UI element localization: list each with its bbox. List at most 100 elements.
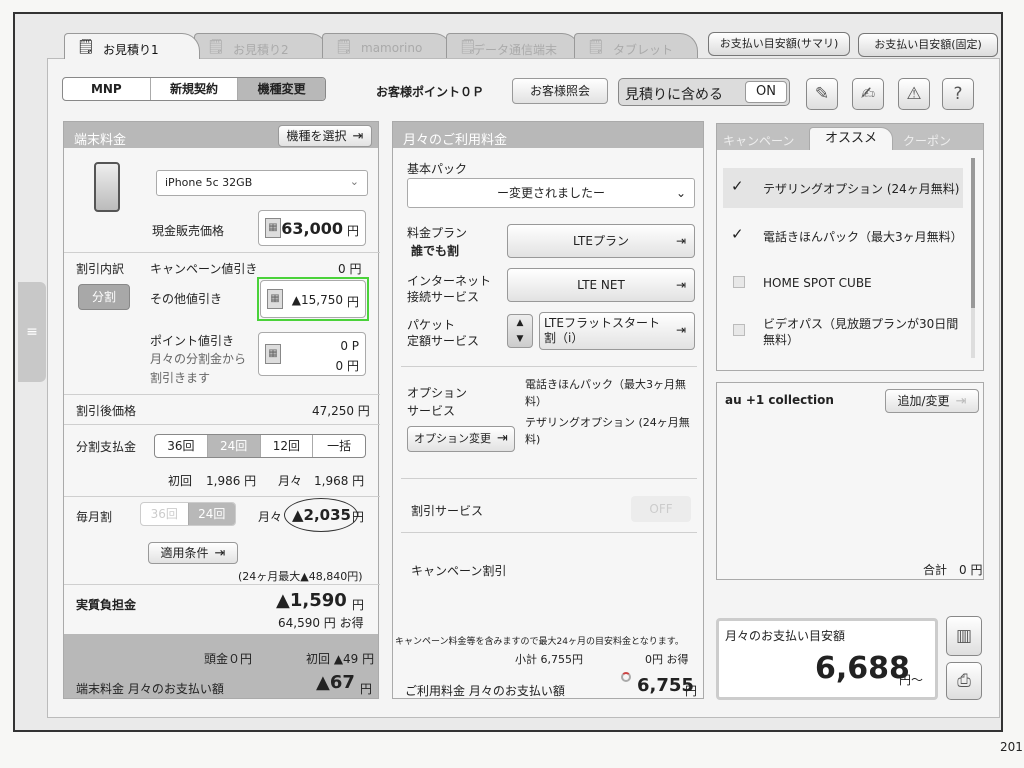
- checkbox[interactable]: [733, 324, 745, 336]
- first-payment-value: 1,986 円: [206, 474, 257, 488]
- enter-icon: ⇥: [675, 278, 686, 292]
- installment-lump[interactable]: 一括: [313, 435, 365, 457]
- tab-tablet[interactable]: 🗒 タブレット: [574, 33, 698, 59]
- recommend-panel: キャンペーン オススメ クーポン ✓ テザリングオプション (24ヶ月無料) ✓ 電…: [716, 123, 984, 371]
- maitsuki-36[interactable]: 36回: [141, 503, 189, 525]
- installment-12[interactable]: 12回: [261, 435, 314, 457]
- down-payment: 頭金０円: [204, 652, 253, 666]
- include-toggle[interactable]: 見積りに含める ON: [618, 78, 790, 106]
- enter-icon: ⇥: [675, 323, 686, 337]
- enter-icon: ⇥: [497, 431, 508, 446]
- help-icon[interactable]: ?: [942, 78, 974, 110]
- usage-monthly-label: ご利用料金 月々のお支払い額: [405, 684, 565, 698]
- tab-estimate-1[interactable]: 🗒 お見積り1: [64, 33, 200, 59]
- divider: [401, 478, 697, 479]
- basic-pack-label: 基本パック: [407, 162, 468, 176]
- packet-stepper[interactable]: ▲ ▼: [507, 314, 533, 348]
- customer-points: お客様ポイント０Ｐ: [376, 85, 485, 99]
- list-item[interactable]: ✓ 電話きほんパック（最大3ヶ月無料）: [723, 216, 963, 256]
- payment-summary-button[interactable]: お支払い目安額(サマリ): [708, 32, 850, 56]
- list-item[interactable]: ✓ テザリングオプション (24ヶ月無料): [723, 168, 963, 208]
- device-panel: 端末料金 機種を選択 ⇥ iPhone 5c 32GB ⌄ 現金販売価格 ▦ 63,0…: [63, 121, 380, 699]
- cash-price-field[interactable]: ▦ 63,000 円: [258, 210, 366, 246]
- contract-change[interactable]: 機種変更: [238, 78, 325, 100]
- monthly-savings: 0円 お得: [645, 653, 689, 666]
- tab-campaign[interactable]: キャンペーン: [723, 128, 807, 150]
- point-discount-field[interactable]: ▦ 0 P0 円: [258, 332, 366, 376]
- check-icon: ✓: [731, 225, 744, 243]
- device-monthly-value: ▲67: [316, 672, 355, 693]
- packet-service-button[interactable]: LTEフラットスタート割（i） ⇥: [539, 312, 695, 350]
- scrollbar[interactable]: [971, 158, 975, 358]
- apply-conditions-button[interactable]: 適用条件 ⇥: [148, 542, 238, 564]
- payment-fixed-button[interactable]: お支払い目安額(固定): [858, 33, 998, 57]
- rate-plan-button[interactable]: LTEプラン ⇥: [507, 224, 695, 258]
- side-drawer-handle[interactable]: ≡: [18, 282, 46, 382]
- customer-lookup-button[interactable]: お客様照会: [512, 78, 608, 104]
- enter-icon: ⇥: [675, 234, 686, 248]
- divider: [64, 424, 380, 425]
- printer-icon[interactable]: ⎙: [946, 662, 982, 700]
- contract-mnp[interactable]: MNP: [63, 78, 151, 100]
- paint-icon[interactable]: ✍: [852, 78, 884, 110]
- basic-pack-select[interactable]: ー変更されましたー ⌄: [407, 178, 695, 208]
- point-note-1: 月々の分割金から: [150, 352, 247, 366]
- list-item[interactable]: HOME SPOT CUBE: [723, 264, 963, 304]
- enter-icon: ⇥: [214, 546, 226, 561]
- warning-icon[interactable]: ⚠: [898, 78, 930, 110]
- phone-image: [94, 162, 120, 212]
- divider: [64, 496, 380, 497]
- other-discount-field[interactable]: ▦ ▲15,750 円: [260, 280, 366, 318]
- other-discount-label: その他値引き: [150, 292, 223, 306]
- monthly-payment-value: 1,968 円: [314, 474, 365, 488]
- tab-recommend[interactable]: オススメ: [809, 127, 893, 150]
- maitsuki-max-note: (24ヶ月最大▲48,840円): [238, 570, 363, 583]
- point-discount-label: ポイント値引き: [150, 334, 235, 348]
- maitsuki-24[interactable]: 24回: [188, 503, 235, 525]
- edit-note-icon[interactable]: ✎: [806, 78, 838, 110]
- device-monthly-yen: 円: [360, 682, 373, 696]
- rate-plan-label: 料金プラン: [407, 226, 468, 240]
- campaign-discount-label: キャンペーン値引き: [150, 262, 258, 276]
- payment-estimate-value: 6,688: [815, 651, 910, 686]
- installment-toggle-button[interactable]: 分割: [78, 284, 130, 310]
- tab-estimate-2[interactable]: 🗒 お見積り2: [194, 33, 328, 59]
- option-label-1: オプション: [407, 386, 468, 400]
- scrollbar-thumb[interactable]: [971, 158, 975, 308]
- internet-service-button[interactable]: LTE NET ⇥: [507, 268, 695, 302]
- effective-cost-savings: 64,590 円 お得: [278, 616, 364, 630]
- collection-total: 合計 0 円: [923, 563, 983, 577]
- model-select[interactable]: iPhone 5c 32GB ⌄: [156, 170, 368, 196]
- installment-24[interactable]: 24回: [207, 435, 261, 457]
- tab-data-device[interactable]: 🗒 データ通信端末: [446, 33, 580, 59]
- maitsuki-selector[interactable]: 36回 24回: [140, 502, 236, 526]
- checkbox[interactable]: [733, 276, 745, 288]
- option-list-2: テザリングオプション (24ヶ月無料): [525, 416, 690, 446]
- monthly-payment-label: 月々: [278, 474, 303, 488]
- option-change-button[interactable]: オプション変更 ⇥: [407, 426, 515, 452]
- point-note-2: 割引きます: [150, 371, 211, 385]
- effective-cost-label: 実質負担金: [76, 598, 137, 612]
- installment-36[interactable]: 36回: [155, 435, 208, 457]
- list-item[interactable]: ビデオパス（見放題プランが30日間無料）: [723, 312, 963, 356]
- maitsuki-value: ▲2,035: [292, 506, 351, 524]
- tab-coupon[interactable]: クーポン: [897, 128, 977, 150]
- payment-estimate-box: 月々のお支払い目安額 6,688 円〜: [716, 618, 938, 700]
- discount-service-toggle[interactable]: OFF: [631, 496, 691, 522]
- contract-new[interactable]: 新規契約: [151, 78, 239, 100]
- loading-icon: [621, 672, 631, 682]
- chart-icon[interactable]: ▥: [946, 616, 982, 656]
- installment-selector[interactable]: 36回 24回 12回 一括: [154, 434, 366, 458]
- chevron-down-icon: ⌄: [675, 186, 686, 200]
- chevron-down-icon: ⌄: [349, 175, 359, 188]
- payment-estimate-suffix: 円〜: [899, 673, 924, 687]
- page-number: 201: [1000, 740, 1023, 754]
- first-payment-label: 初回: [168, 474, 193, 488]
- toggle-on-indicator: ON: [745, 81, 787, 103]
- contract-type-selector[interactable]: MNP 新規契約 機種変更: [62, 77, 326, 101]
- select-device-button[interactable]: 機種を選択 ⇥: [278, 125, 372, 147]
- packet-label-2: 定額サービス: [407, 334, 480, 348]
- tab-mamorino[interactable]: 🗒 mamorino: [322, 33, 452, 59]
- collection-panel: au +1 collection 追加/変更 ⇥ 合計 0 円: [716, 382, 984, 580]
- collection-add-button[interactable]: 追加/変更 ⇥: [885, 389, 979, 413]
